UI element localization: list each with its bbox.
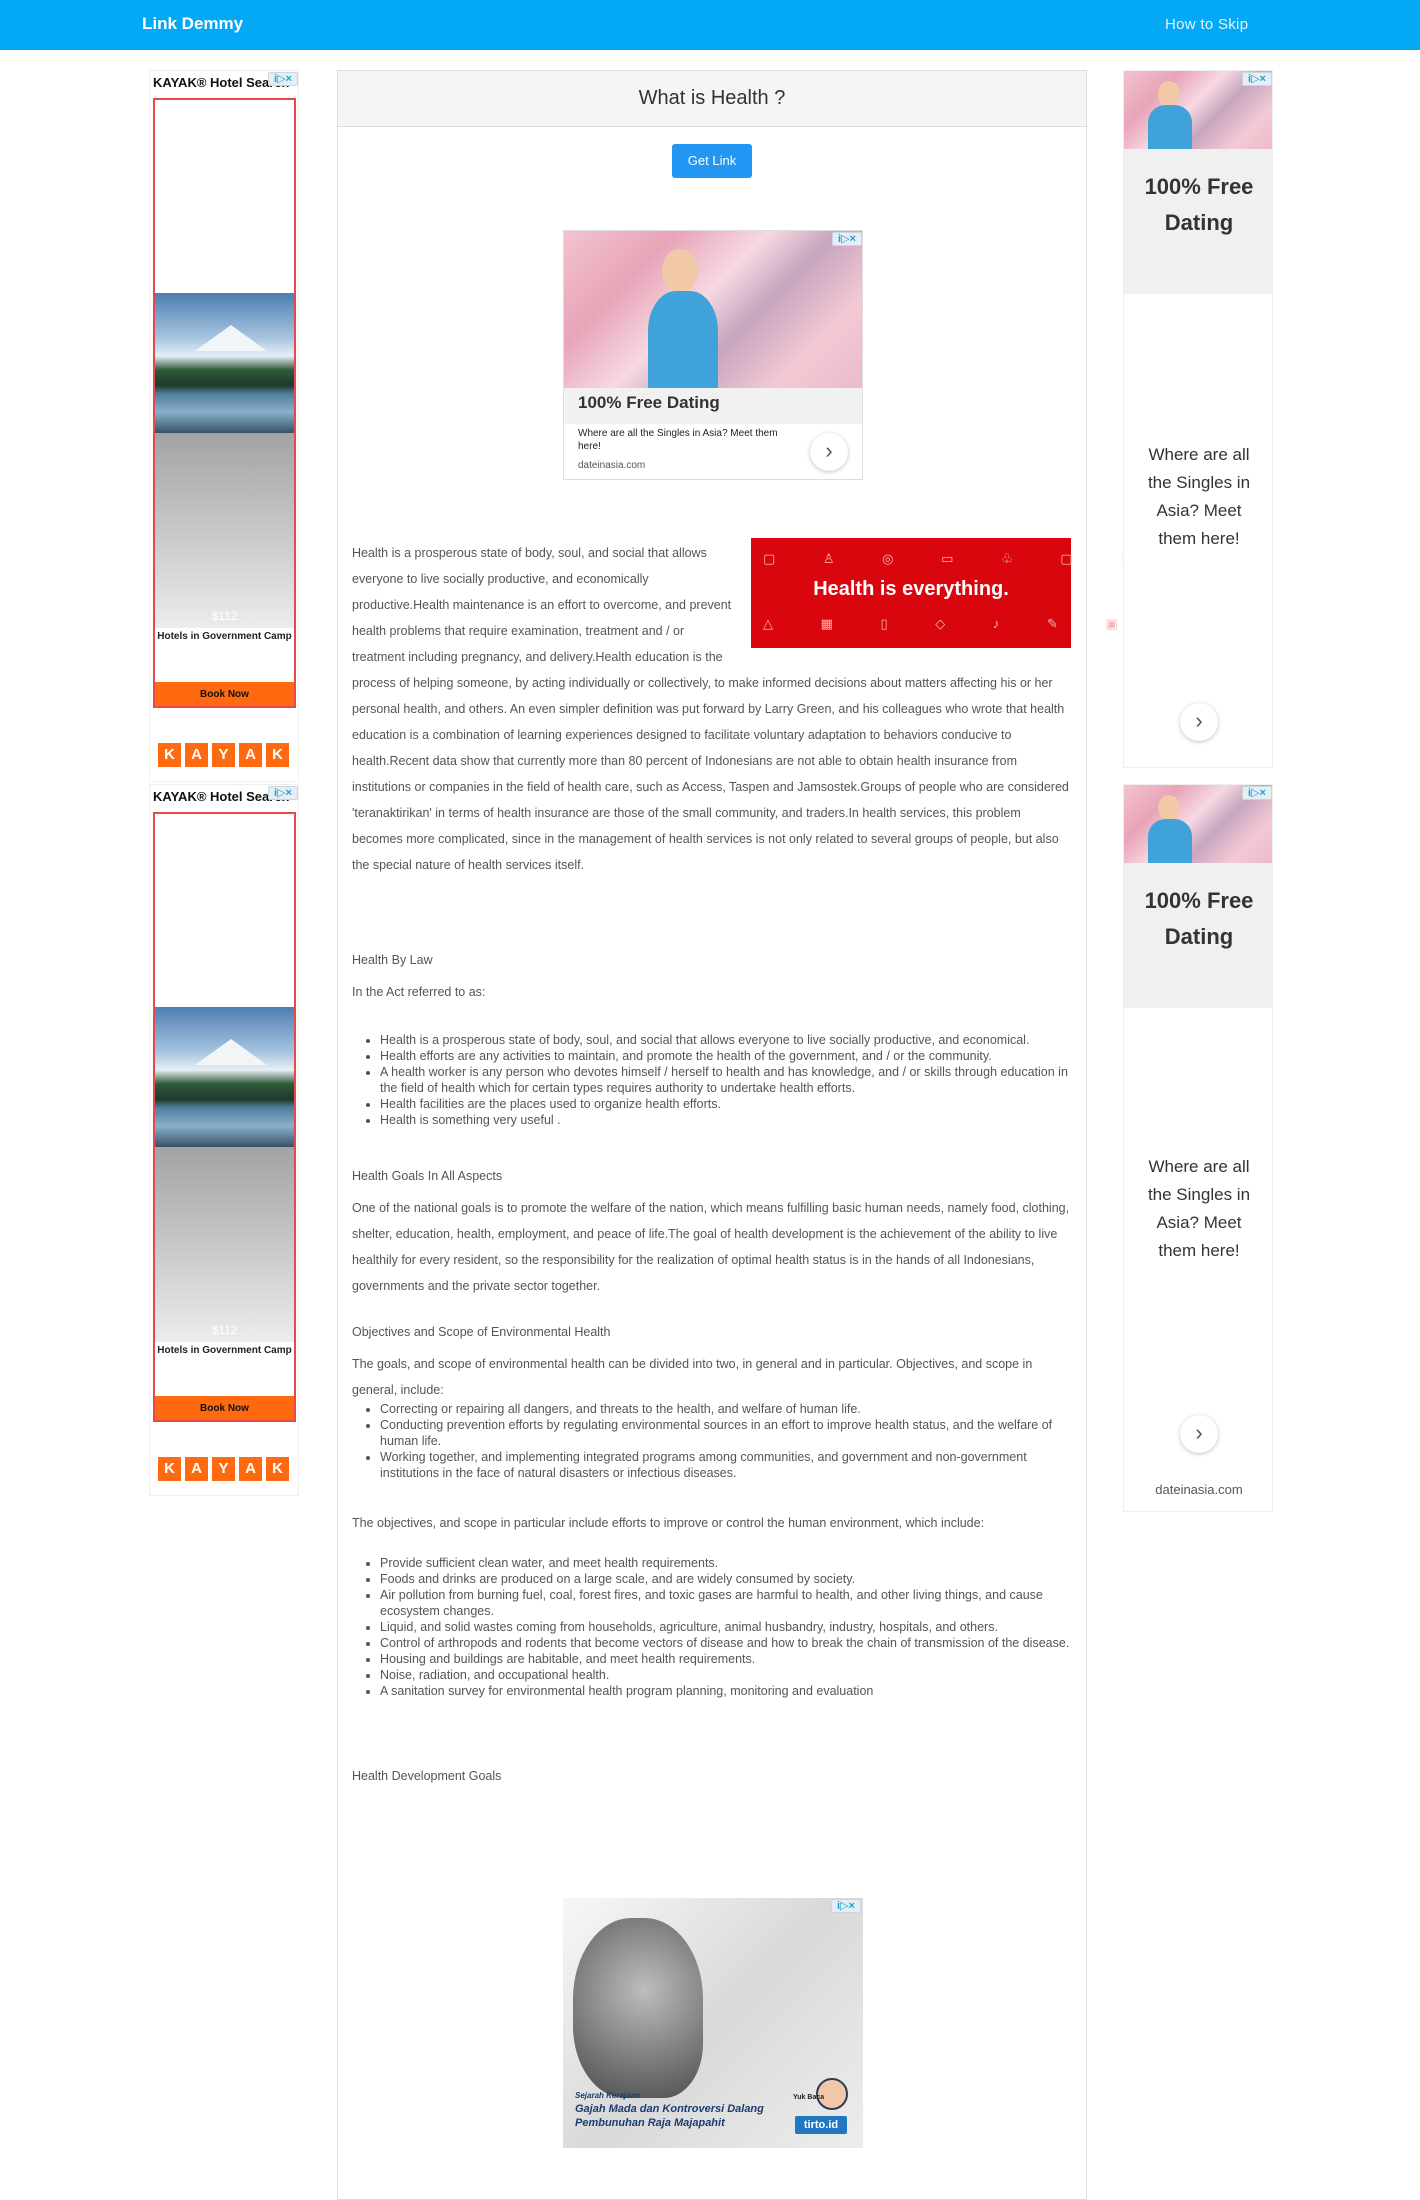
dating-ad-headline: 100% Free Dating — [578, 393, 720, 412]
kayak-logo[interactable]: K A Y A K — [158, 743, 289, 767]
cherry-blossom-photo — [564, 231, 862, 391]
dating-ad-text: Where are all the Singles in Asia? Meet … — [1147, 445, 1251, 548]
goals-paragraph: One of the national goals is to promote … — [352, 1201, 1070, 1293]
hotel-price: $112 — [211, 1323, 238, 1337]
list-item: Correcting or repairing all dangers, and… — [380, 1401, 1080, 1417]
dating-ad-center[interactable]: i▷× 100% Free Dating Where are all the S… — [563, 230, 863, 480]
woman-shirt-shape — [1148, 819, 1192, 863]
article-header: What is Health ? — [338, 71, 1086, 127]
mountain-peak-shape — [195, 1039, 267, 1065]
list-item: Foods and drinks are produced on a large… — [380, 1571, 1080, 1587]
ad-gradient — [155, 1147, 294, 1342]
env-paragraph: The goals, and scope of environmental he… — [352, 1357, 1033, 1397]
ad-gradient — [155, 433, 294, 628]
list-item: Provide sufficient clean water, and meet… — [380, 1555, 1080, 1571]
list-item: A health worker is any person who devote… — [380, 1064, 1080, 1096]
list-item: Health is something very useful . — [380, 1112, 1080, 1128]
lake-mountain-photo — [155, 293, 294, 433]
dating-ad-text: Where are all the Singles in Asia? Meet … — [1147, 1157, 1251, 1260]
kayak-ad-1[interactable]: KAYAK® Hotel Search i▷× $112 Hotels in G… — [149, 70, 299, 782]
mountain-peak-shape — [195, 325, 267, 351]
woman-shirt-shape — [648, 291, 718, 391]
brand-logo[interactable]: Link Demmy — [142, 14, 243, 34]
woman-face-shape — [1158, 795, 1180, 821]
statue-head-image — [573, 1918, 703, 2098]
kayak-logo-letter: A — [239, 1457, 262, 1481]
law-heading: Health By Law — [352, 953, 433, 967]
particular-paragraph: The objectives, and scope in particular … — [352, 1516, 985, 1530]
dating-ad-text: Where are all the Singles in Asia? Meet … — [578, 428, 778, 452]
woman-face-shape — [662, 249, 698, 293]
tirto-ad[interactable]: i▷× Sejarah Kerajaan Gajah Mada dan Kont… — [563, 1898, 863, 2148]
hotel-name: Hotels in Government Camp — [157, 1345, 292, 1356]
list-item: Health is a prosperous state of body, so… — [380, 1032, 1080, 1048]
list-item: Noise, radiation, and occupational healt… — [380, 1667, 1080, 1683]
dating-ad-domain: dateinasia.com — [578, 460, 646, 471]
top-navbar: Link Demmy How to Skip — [0, 0, 1420, 50]
book-now-button[interactable]: Book Now — [155, 1396, 294, 1420]
lake-mountain-photo — [155, 1007, 294, 1147]
kayak-ad-frame[interactable]: $112 Hotels in Government Camp Book Now — [153, 812, 296, 1422]
law-intro: In the Act referred to as: — [352, 985, 486, 999]
chevron-right-icon[interactable]: › — [810, 433, 848, 471]
particular-list: Provide sufficient clean water, and meet… — [380, 1555, 1080, 1699]
banner-spacer — [739, 540, 1074, 656]
kayak-logo[interactable]: K A Y A K — [158, 1457, 289, 1481]
hotel-price: $112 — [211, 609, 238, 623]
kayak-logo-letter: A — [185, 743, 208, 767]
dating-ad-right-1[interactable]: i▷× 100% Free Dating Where are all the S… — [1123, 70, 1273, 768]
page-title: What is Health ? — [638, 87, 786, 109]
book-now-button[interactable]: Book Now — [155, 682, 294, 706]
article-card: What is Health ? Get Link i▷× 100% Free … — [337, 70, 1132, 2200]
intro-paragraph: Health is a prosperous state of body, so… — [352, 540, 1074, 878]
list-item: Health facilities are the places used to… — [380, 1096, 1080, 1112]
hotel-name: Hotels in Government Camp — [157, 631, 292, 642]
list-item: Housing and buildings are habitable, and… — [380, 1651, 1080, 1667]
chevron-right-icon[interactable]: › — [1180, 1415, 1218, 1453]
list-item: Liquid, and solid wastes coming from hou… — [380, 1619, 1080, 1635]
kayak-logo-letter: K — [266, 1457, 289, 1481]
tirto-ad-cta[interactable]: Yuk Baca — [793, 2094, 824, 2102]
law-list: Health is a prosperous state of body, so… — [380, 1032, 1080, 1128]
kayak-logo-letter: A — [239, 743, 262, 767]
how-to-skip-link[interactable]: How to Skip — [1165, 16, 1248, 33]
list-item: Health efforts are any activities to mai… — [380, 1048, 1080, 1064]
chevron-right-icon[interactable]: › — [1180, 703, 1218, 741]
list-item: Working together, and implementing integ… — [380, 1449, 1080, 1481]
woman-face-shape — [1158, 81, 1180, 107]
adchoices-icon[interactable]: i▷× — [268, 72, 298, 86]
list-item: A sanitation survey for environmental he… — [380, 1683, 1080, 1699]
adchoices-icon[interactable]: i▷× — [1242, 786, 1272, 800]
kayak-logo-letter: K — [266, 743, 289, 767]
adchoices-icon[interactable]: i▷× — [268, 786, 298, 800]
list-item: Air pollution from burning fuel, coal, f… — [380, 1587, 1080, 1619]
list-item: Control of arthropods and rodents that b… — [380, 1635, 1080, 1651]
kayak-ad-2[interactable]: KAYAK® Hotel Search i▷× $112 Hotels in G… — [149, 784, 299, 1496]
dev-heading: Health Development Goals — [352, 1769, 502, 1783]
woman-shirt-shape — [1148, 105, 1192, 149]
dating-ad-headline: 100% Free Dating — [1144, 174, 1254, 235]
kayak-logo-letter: K — [158, 743, 181, 767]
env-list: Correcting or repairing all dangers, and… — [380, 1401, 1080, 1481]
adchoices-icon[interactable]: i▷× — [1242, 72, 1272, 86]
dating-ad-right-2[interactable]: i▷× 100% Free Dating Where are all the S… — [1123, 784, 1273, 1512]
dating-ad-headline: 100% Free Dating — [1144, 888, 1254, 949]
env-heading: Objectives and Scope of Environmental He… — [352, 1325, 611, 1339]
list-item: Conducting prevention efforts by regulat… — [380, 1417, 1080, 1449]
kayak-logo-letter: K — [158, 1457, 181, 1481]
adchoices-icon[interactable]: i▷× — [832, 232, 862, 246]
kayak-logo-letter: A — [185, 1457, 208, 1481]
goals-heading: Health Goals In All Aspects — [352, 1169, 503, 1183]
kayak-logo-letter: Y — [212, 743, 235, 767]
kayak-ad-frame[interactable]: $112 Hotels in Government Camp Book Now — [153, 98, 296, 708]
kayak-logo-letter: Y — [212, 1457, 235, 1481]
tirto-ad-kicker: Sejarah Kerajaan — [575, 2091, 640, 2100]
tirto-logo[interactable]: tirto.id — [795, 2116, 847, 2134]
adchoices-icon[interactable]: i▷× — [831, 1899, 861, 1913]
get-link-button[interactable]: Get Link — [672, 144, 752, 178]
tirto-ad-headline: Gajah Mada dan Kontroversi Dalang Pembun… — [575, 2103, 764, 2129]
dating-ad-domain[interactable]: dateinasia.com — [1124, 1482, 1272, 1497]
